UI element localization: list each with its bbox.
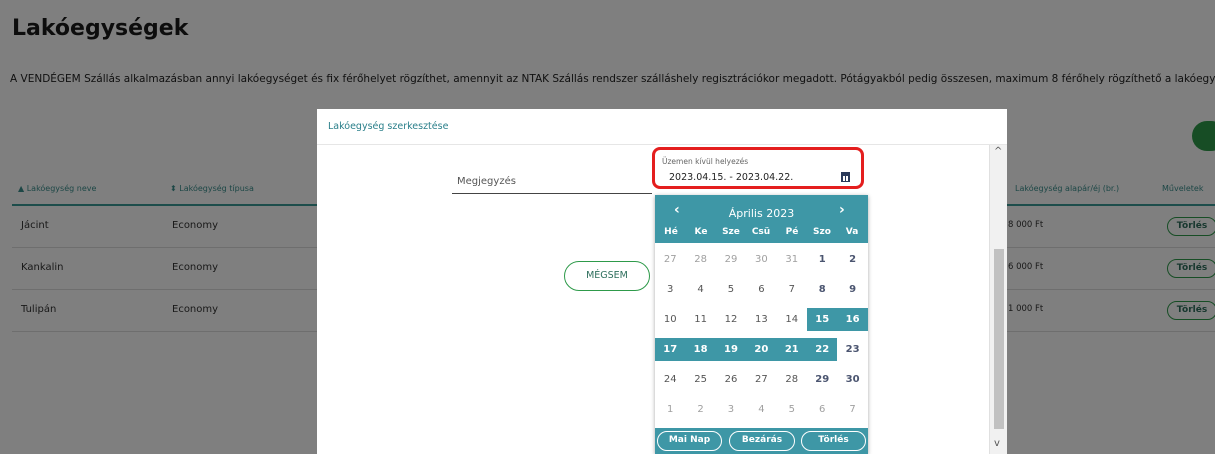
calendar-day[interactable]: 31	[777, 248, 807, 271]
calendar-day[interactable]: 14	[777, 308, 807, 331]
weekday-label: Csü	[751, 227, 771, 237]
calendar-day[interactable]: 7	[777, 278, 807, 301]
datepicker-footer: Mai Nap Bezárás Törlés	[655, 428, 868, 454]
calendar-day[interactable]: 10	[655, 308, 685, 331]
month-label: Április 2023	[728, 207, 795, 220]
clear-button[interactable]: Törlés	[801, 431, 866, 451]
scroll-thumb[interactable]	[994, 249, 1004, 429]
calendar-icon[interactable]	[841, 172, 850, 182]
next-month-icon[interactable]: ›	[839, 202, 845, 218]
out-of-service-date-field[interactable]: Üzemen kívül helyezés 2023.04.15. - 2023…	[652, 147, 864, 189]
modal-header: Lakóegység szerkesztése	[317, 109, 1007, 145]
calendar-day[interactable]: 9	[837, 278, 867, 301]
calendar-day[interactable]: 8	[807, 278, 837, 301]
calendar-day[interactable]: 4	[685, 278, 715, 301]
calendar-day[interactable]: 6	[746, 278, 776, 301]
weekday-label: Hé	[664, 227, 678, 237]
calendar-day[interactable]: 28	[777, 368, 807, 391]
cancel-button[interactable]: MÉGSEM	[564, 261, 650, 291]
weekday-label: Pé	[785, 227, 799, 237]
modal-title: Lakóegység szerkesztése	[328, 121, 449, 132]
calendar-day[interactable]: 17	[655, 338, 686, 361]
calendar-day[interactable]: 12	[716, 308, 746, 331]
calendar-day[interactable]: 24	[655, 368, 685, 391]
scroll-down-icon[interactable]: v	[994, 438, 1000, 449]
date-range-value[interactable]: 2023.04.15. - 2023.04.22.	[669, 172, 793, 183]
calendar-day[interactable]: 25	[685, 368, 715, 391]
calendar-day[interactable]: 3	[655, 278, 685, 301]
calendar-day[interactable]: 27	[655, 248, 685, 271]
calendar-day[interactable]: 5	[716, 278, 746, 301]
calendar-day[interactable]: 30	[837, 368, 867, 391]
weekday-label: Va	[845, 227, 859, 237]
calendar-day[interactable]: 29	[807, 368, 837, 391]
calendar-day[interactable]: 2	[685, 398, 715, 421]
calendar-day[interactable]: 7	[837, 398, 867, 421]
calendar-day[interactable]: 16	[837, 308, 868, 331]
calendar-day[interactable]: 23	[837, 338, 867, 361]
weekday-label: Szo	[813, 227, 831, 237]
calendar-day[interactable]: 5	[777, 398, 807, 421]
calendar-day[interactable]: 15	[807, 308, 838, 331]
calendar-day[interactable]: 29	[716, 248, 746, 271]
calendar-day[interactable]: 3	[716, 398, 746, 421]
calendar-day[interactable]: 6	[807, 398, 837, 421]
weekday-row: Hé Ke Sze Csü Pé Szo Va	[655, 227, 868, 241]
calendar-day[interactable]: 30	[746, 248, 776, 271]
calendar-day[interactable]: 20	[746, 338, 777, 361]
megjegyzes-input[interactable]	[452, 193, 652, 194]
calendar-day[interactable]: 4	[746, 398, 776, 421]
datepicker-header: ‹ Április 2023 › Hé Ke Sze Csü Pé Szo Va	[655, 195, 868, 243]
calendar-day[interactable]: 28	[685, 248, 715, 271]
calendar-day[interactable]: 21	[776, 338, 807, 361]
calendar-day[interactable]: 2	[837, 248, 867, 271]
calendar-day[interactable]: 18	[685, 338, 716, 361]
modal-body: Megjegyzés MÉGSEM	[317, 145, 989, 454]
weekday-label: Sze	[722, 227, 740, 237]
calendar-day[interactable]: 11	[685, 308, 715, 331]
calendar-day[interactable]: 26	[716, 368, 746, 391]
calendar-day[interactable]: 27	[746, 368, 776, 391]
calendar-day[interactable]: 1	[807, 248, 837, 271]
megjegyzes-label: Megjegyzés	[457, 176, 516, 187]
scroll-up-icon[interactable]: ^	[994, 146, 1002, 157]
calendar-day[interactable]: 13	[746, 308, 776, 331]
datepicker: ‹ Április 2023 › Hé Ke Sze Csü Pé Szo Va…	[655, 195, 868, 454]
calendar-day[interactable]: 22	[807, 338, 838, 361]
weekday-label: Ke	[694, 227, 708, 237]
date-field-label: Üzemen kívül helyezés	[662, 157, 749, 166]
calendar-day[interactable]: 1	[655, 398, 685, 421]
modal-scrollbar[interactable]: ^ v	[989, 145, 1007, 454]
today-button[interactable]: Mai Nap	[657, 431, 722, 451]
calendar-day[interactable]: 19	[715, 338, 747, 361]
close-button[interactable]: Bezárás	[729, 431, 795, 451]
